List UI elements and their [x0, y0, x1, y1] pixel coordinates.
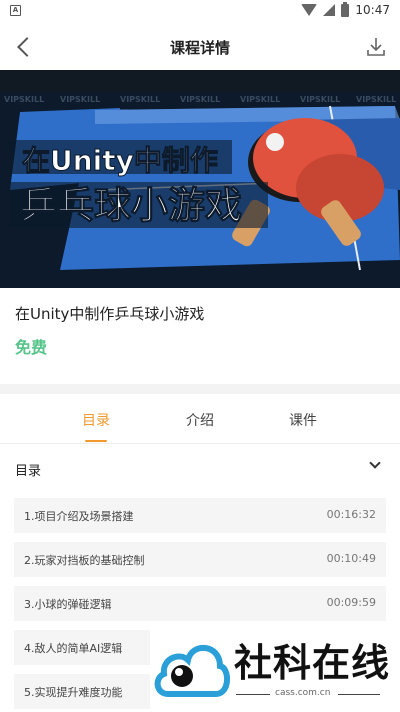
banner-watermark-text-2: VIPSKILL [60, 95, 100, 104]
watermark-rule [236, 694, 270, 695]
lesson-duration: 00:09:59 [326, 596, 376, 609]
banner-watermark-text-5: VIPSKILL [240, 95, 280, 104]
banner-watermark-text-6: VIPSKILL [300, 95, 340, 104]
status-time: 10:47 [355, 3, 390, 17]
battery-icon [341, 1, 350, 17]
lesson-title: 2.玩家对挡板的基础控制 [24, 554, 145, 567]
lesson-item[interactable]: 2.玩家对挡板的基础控制 00:10:49 [14, 542, 386, 577]
banner-headline-line2: 乒乓球小游戏 [20, 184, 242, 227]
course-banner: VIPSKILL VIPSKILL VIPSKILL VIPSKILL VIPS… [0, 70, 400, 288]
catalog-heading: 目录 [15, 464, 42, 479]
course-title: 在Unity中制作乒乓球小游戏 [15, 305, 205, 323]
catalog-collapse-button[interactable] [362, 454, 386, 478]
wifi-icon [301, 4, 318, 16]
lesson-title: 1.项目介绍及场景搭建 [24, 510, 134, 523]
download-button[interactable] [366, 36, 386, 58]
ball-icon [266, 133, 284, 151]
banner-watermark-text-7: VIPSKILL [356, 95, 396, 104]
status-icons: 10:47 [301, 1, 390, 17]
cloud-eye-logo-icon [154, 644, 230, 697]
chevron-down-icon [369, 457, 381, 469]
banner-artwork: VIPSKILL VIPSKILL VIPSKILL VIPSKILL VIPS… [0, 70, 400, 288]
active-tab-indicator [85, 440, 107, 442]
banner-watermark-text-3: VIPSKILL [120, 95, 160, 104]
tab-bar: 目录 介绍 课件 [0, 394, 400, 444]
lesson-duration: 00:16:32 [326, 508, 376, 521]
status-bar: A 10:47 [0, 0, 400, 24]
header: 课程详情 [0, 24, 400, 70]
tab-catalog[interactable]: 目录 [66, 410, 126, 430]
watermark-url: cass.com.cn [275, 688, 331, 698]
watermark-rule [338, 694, 380, 695]
watermark-site-name: 社科在线 [234, 641, 391, 685]
lesson-title: 3.小球的弹碰逻辑 [24, 598, 112, 611]
tab-intro[interactable]: 介绍 [170, 410, 230, 430]
lesson-item[interactable]: 1.项目介绍及场景搭建 00:16:32 [14, 498, 386, 533]
lesson-title: 4.敌人的简单AI逻辑 [24, 642, 123, 655]
course-price: 免费 [15, 338, 48, 357]
banner-headline-line1: 在Unity中制作 [22, 144, 218, 177]
banner-watermark-text-4: VIPSKILL [180, 95, 220, 104]
section-divider [0, 384, 400, 394]
banner-watermark-text: VIPSKILL [4, 95, 44, 104]
download-icon [367, 38, 385, 56]
signal-icon [323, 4, 336, 16]
tab-courseware[interactable]: 课件 [273, 410, 333, 430]
app-notification-icon: A [10, 5, 21, 16]
page-title: 课程详情 [169, 39, 230, 57]
lesson-duration: 00:10:49 [326, 552, 376, 565]
lesson-title: 5.实现提升难度功能 [24, 686, 123, 699]
lesson-item[interactable]: 3.小球的弹碰逻辑 00:09:59 [14, 586, 386, 621]
site-watermark: 社科在线 cass.com.cn [150, 630, 400, 712]
